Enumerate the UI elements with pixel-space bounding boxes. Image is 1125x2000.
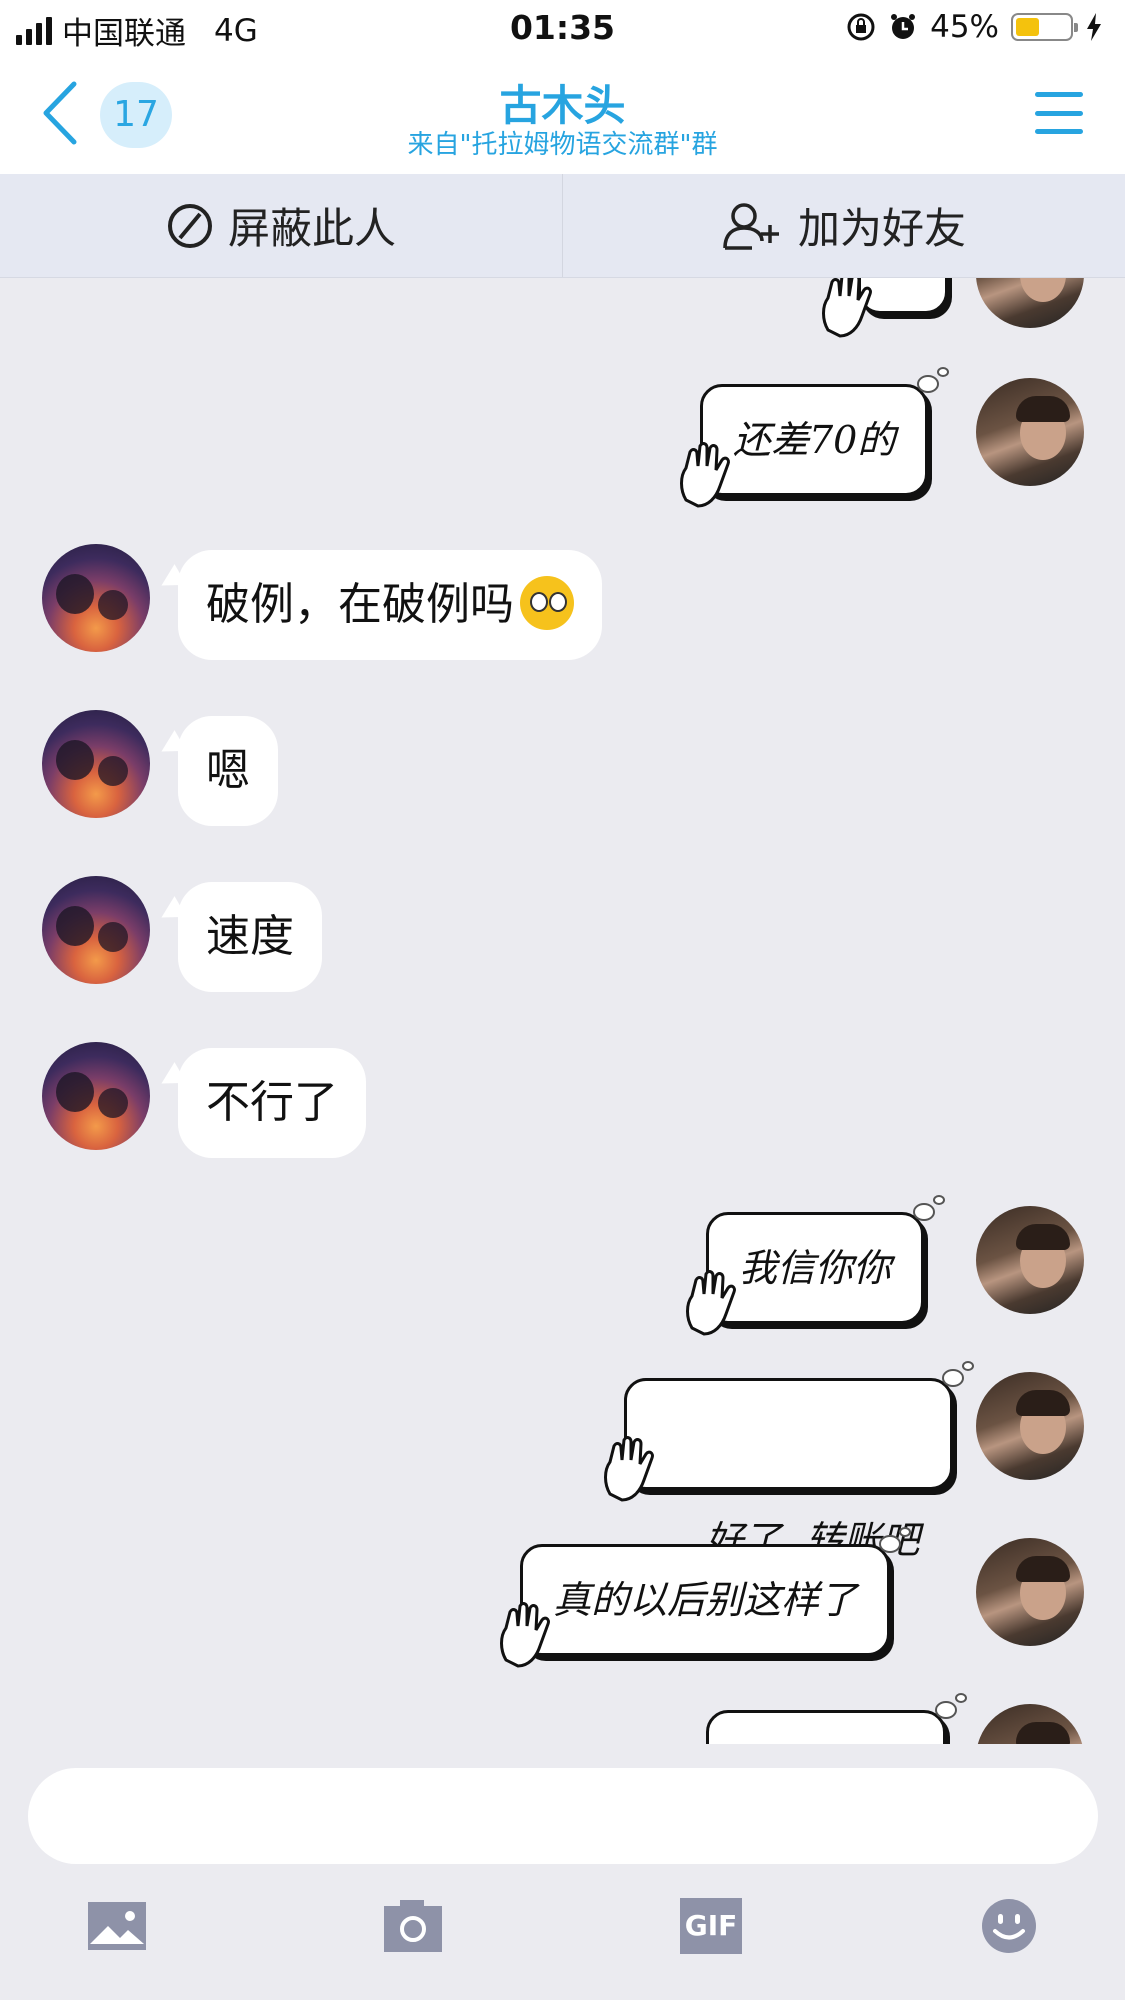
message-text: 真的以后别这样了: [553, 1578, 858, 1622]
hand-icon: [686, 1270, 736, 1336]
status-right: 45%: [846, 9, 1103, 45]
message-bubble[interactable]: 还差70的: [700, 367, 950, 496]
block-user-button[interactable]: 屏蔽此人: [0, 174, 563, 277]
message-bubble[interactable]: 破例，在破例吗: [178, 550, 602, 660]
message-bubble[interactable]: 不行了: [178, 1048, 366, 1158]
message-bubble-partial[interactable]: [706, 1693, 967, 1744]
message-input[interactable]: [28, 1768, 1098, 1864]
input-toolbar: GIF: [0, 1890, 1125, 1970]
message-text: 速度: [206, 911, 294, 962]
message-text: 嗯: [206, 745, 250, 796]
battery-percent: 45%: [930, 9, 999, 45]
chat-subtitle: 来自"托拉姆物语交流群"群: [407, 130, 718, 160]
sender-avatar[interactable]: [976, 378, 1084, 486]
message-text: 还差70的: [733, 418, 896, 462]
sender-avatar[interactable]: [976, 278, 1084, 328]
hand-icon: [822, 278, 872, 338]
action-bar: 屏蔽此人 加为好友: [0, 174, 1125, 278]
contact-avatar[interactable]: [42, 544, 150, 652]
message-text: 不行了: [206, 1077, 338, 1128]
contact-avatar[interactable]: [42, 710, 150, 818]
camera-icon[interactable]: [382, 1898, 444, 1954]
battery-icon: [1011, 13, 1078, 41]
message-bubble[interactable]: 好了 转账吧: [624, 1361, 974, 1562]
message-bubble[interactable]: 速度: [178, 882, 322, 992]
block-icon: [167, 203, 212, 248]
nav-bar: 17 古木头 来自"托拉姆物语交流群"群: [0, 58, 1125, 174]
charging-icon: [1087, 13, 1101, 41]
gif-icon[interactable]: GIF: [680, 1898, 742, 1954]
add-friend-label: 加为好友: [797, 204, 966, 253]
message-text: 我信你你: [739, 1246, 892, 1290]
sender-avatar[interactable]: [976, 1206, 1084, 1314]
message-text: 破例，在破例吗: [206, 579, 514, 630]
sender-avatar[interactable]: [976, 1372, 1084, 1480]
block-user-label: 屏蔽此人: [227, 204, 396, 253]
message-bubble[interactable]: 嗯: [178, 716, 278, 826]
add-friend-icon: [723, 202, 779, 250]
hand-icon: [604, 1436, 654, 1502]
sender-avatar[interactable]: [976, 1538, 1084, 1646]
add-friend-button[interactable]: 加为好友: [563, 174, 1125, 277]
message-bubble[interactable]: 真的以后别这样了: [520, 1527, 912, 1656]
alarm-icon: [891, 14, 916, 39]
shocked-emoji-icon: [520, 576, 574, 630]
gif-label: GIF: [684, 1909, 738, 1942]
emoji-icon[interactable]: [978, 1898, 1040, 1954]
rotation-lock-icon: [847, 13, 875, 41]
hand-icon: [680, 442, 730, 508]
menu-icon[interactable]: [1035, 92, 1083, 134]
contact-avatar[interactable]: [42, 1042, 150, 1150]
sender-avatar[interactable]: [976, 1704, 1084, 1744]
status-bar: 中国联通 4G 01:35 45%: [0, 0, 1125, 58]
image-icon[interactable]: [86, 1898, 148, 1954]
hand-icon: [500, 1602, 550, 1668]
message-list[interactable]: 还差70的 破例，在破例吗 嗯 速度 不行了 我信你你 好了 转账吧 真的以后别…: [0, 278, 1125, 1744]
contact-avatar[interactable]: [42, 876, 150, 984]
